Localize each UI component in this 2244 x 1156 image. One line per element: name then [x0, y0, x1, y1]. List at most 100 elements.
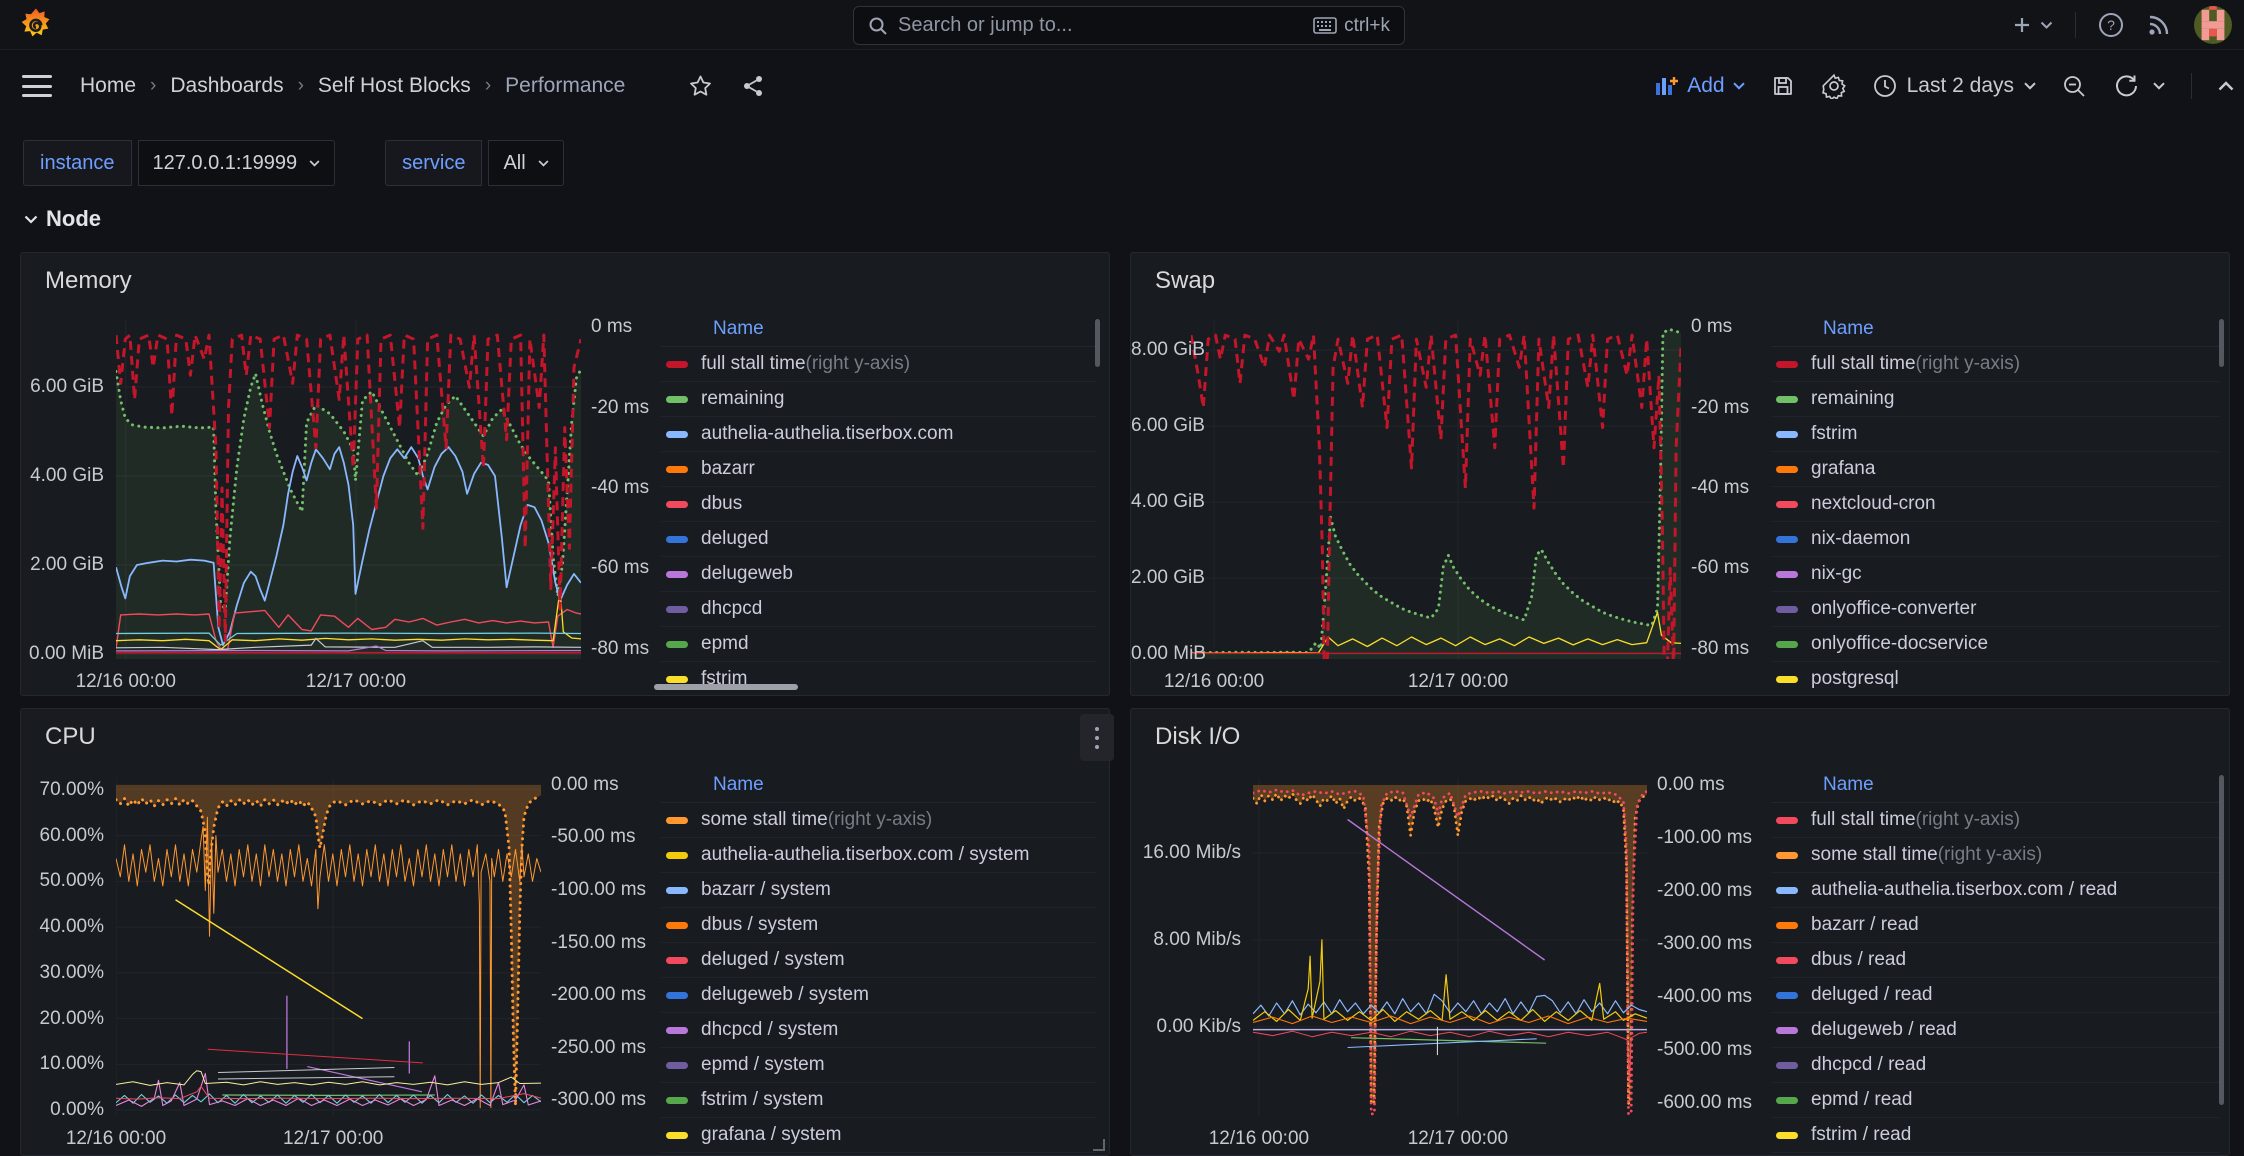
swap-chart[interactable] — [1191, 319, 1681, 659]
panel-title[interactable]: Swap — [1155, 267, 1215, 295]
chevron-down-icon — [309, 160, 320, 167]
add-button[interactable]: Add — [1655, 74, 1744, 98]
legend-series-marker — [1776, 922, 1798, 929]
legend-series-marker — [666, 501, 688, 508]
legend-row[interactable]: grafana / system — [661, 1118, 1097, 1153]
legend-series-marker — [666, 1062, 688, 1069]
variable-instance-select[interactable]: 127.0.0.1:19999 — [138, 140, 336, 186]
legend-row[interactable]: dbus / read — [1771, 943, 2219, 978]
legend-row[interactable]: authelia-authelia.tiserbox.com / read — [1771, 873, 2219, 908]
legend-row[interactable]: epmd / system — [661, 1048, 1097, 1083]
x-axis-label: 12/17 00:00 — [1388, 671, 1528, 693]
legend-row[interactable]: authelia-authelia.tiserbox.com / system — [661, 838, 1097, 873]
share-button[interactable] — [741, 74, 765, 98]
legend-scrollbar-vertical[interactable] — [2219, 319, 2224, 367]
breadcrumb-separator: › — [485, 75, 491, 97]
legend-row[interactable]: delugeweb / read — [1771, 1013, 2219, 1048]
legend-scrollbar-horizontal[interactable] — [654, 684, 798, 690]
legend-row[interactable]: bazarr / system — [661, 873, 1097, 908]
legend-row[interactable]: onlyoffice-converter — [1771, 592, 2219, 627]
legend-row[interactable]: epmd / read — [1771, 1083, 2219, 1118]
legend-row[interactable]: deluged / system — [661, 943, 1097, 978]
memory-chart[interactable] — [116, 319, 581, 659]
y-axis-right-label: -150.00 ms — [551, 932, 646, 954]
legend-row[interactable]: fstrim / system — [661, 1083, 1097, 1118]
legend-row[interactable]: nix-gc — [1771, 557, 2219, 592]
breadcrumb-home[interactable]: Home — [80, 74, 136, 98]
legend-row[interactable]: nix-daemon — [1771, 522, 2219, 557]
legend-row[interactable]: remaining — [1771, 382, 2219, 417]
legend-row[interactable]: fstrim — [661, 662, 1097, 695]
panel-title[interactable]: CPU — [45, 723, 96, 751]
legend-row[interactable]: delugeweb / system — [661, 978, 1097, 1013]
dashboard-settings-button[interactable] — [1821, 73, 1847, 99]
panel-menu-button[interactable] — [1080, 714, 1114, 761]
legend-row[interactable]: fstrim — [1771, 417, 2219, 452]
row-node-toggle[interactable]: Node — [24, 206, 101, 232]
plus-icon — [2012, 15, 2032, 35]
legend-series-suffix: (right y-axis) — [828, 809, 933, 831]
news-button[interactable] — [2146, 12, 2172, 38]
panel-title[interactable]: Disk I/O — [1155, 723, 1240, 751]
panel-title[interactable]: Memory — [45, 267, 132, 295]
zoom-out-button[interactable] — [2062, 74, 2087, 99]
legend-row[interactable]: full stall time (right y-axis) — [1771, 803, 2219, 838]
legend-row[interactable]: dbus / system — [661, 908, 1097, 943]
legend-row[interactable]: nextcloud-cron — [1771, 487, 2219, 522]
legend-row[interactable]: some stall time (right y-axis) — [1771, 838, 2219, 873]
legend-row[interactable]: onlyoffice-docservice — [1771, 627, 2219, 662]
y-axis-right-label: -60 ms — [591, 557, 649, 579]
legend-row[interactable]: dbus — [661, 487, 1097, 522]
new-button[interactable] — [2012, 15, 2053, 35]
panel-memory: Memory Namefull stall time (right y-axis… — [20, 252, 1110, 696]
legend-row[interactable]: postgresql — [1771, 662, 2219, 695]
legend-row[interactable]: dhcpcd — [661, 592, 1097, 627]
grafana-logo[interactable] — [17, 7, 55, 43]
time-range-picker[interactable]: Last 2 days — [1873, 74, 2036, 98]
legend-row[interactable]: bazarr — [661, 452, 1097, 487]
legend-row[interactable]: deluged / read — [1771, 978, 2219, 1013]
legend-scrollbar-vertical[interactable] — [2219, 775, 2224, 1105]
legend-row[interactable]: grafana — [1771, 452, 2219, 487]
variables-row: instance 127.0.0.1:19999 service All — [23, 140, 564, 186]
x-axis-label: 12/17 00:00 — [1388, 1128, 1528, 1150]
legend-row[interactable]: epmd — [661, 627, 1097, 662]
search-input[interactable]: Search or jump to... ctrl+k — [853, 6, 1405, 45]
cpu-chart[interactable] — [116, 778, 541, 1116]
menu-toggle-button[interactable] — [22, 73, 52, 99]
variable-service-select[interactable]: All — [488, 140, 563, 186]
legend-row[interactable]: full stall time (right y-axis) — [661, 347, 1097, 382]
breadcrumb-folder[interactable]: Self Host Blocks — [318, 74, 471, 98]
legend-scrollbar-vertical[interactable] — [1095, 319, 1100, 367]
legend-row[interactable]: bazarr / read — [1771, 908, 2219, 943]
breadcrumb-current: Performance — [505, 74, 625, 98]
legend-header-name[interactable]: Name — [661, 773, 1097, 803]
avatar[interactable] — [2194, 6, 2232, 44]
favorite-button[interactable] — [688, 74, 713, 98]
legend-header-name[interactable]: Name — [1771, 317, 2219, 347]
chevron-down-icon — [538, 160, 549, 167]
help-button[interactable]: ? — [2098, 12, 2124, 38]
collapse-toolbar-button[interactable] — [2218, 81, 2234, 91]
legend-row[interactable]: full stall time (right y-axis) — [1771, 347, 2219, 382]
save-dashboard-button[interactable] — [1771, 74, 1795, 98]
variable-instance-label: instance — [23, 140, 132, 186]
refresh-button[interactable] — [2113, 73, 2165, 99]
breadcrumb-dashboards[interactable]: Dashboards — [170, 74, 283, 98]
legend-header-name[interactable]: Name — [1771, 773, 2219, 803]
disk-io-chart[interactable] — [1253, 778, 1647, 1116]
y-axis-right-label: -400.00 ms — [1657, 986, 1752, 1008]
legend-row[interactable]: some stall time (right y-axis) — [661, 803, 1097, 838]
legend-row[interactable]: dhcpcd / system — [661, 1013, 1097, 1048]
legend-series-label: fstrim / system — [701, 1089, 823, 1111]
panel-resize-handle[interactable] — [1093, 1139, 1105, 1151]
legend-row[interactable]: fstrim / read — [1771, 1118, 2219, 1153]
legend-row[interactable]: delugeweb — [661, 557, 1097, 592]
legend-row[interactable]: deluged — [661, 522, 1097, 557]
breadcrumb-separator: › — [150, 75, 156, 97]
legend-row[interactable]: authelia-authelia.tiserbox.com — [661, 417, 1097, 452]
x-axis-label: 12/16 00:00 — [1189, 1128, 1329, 1150]
legend-header-name[interactable]: Name — [661, 317, 1097, 347]
legend-row[interactable]: dhcpcd / read — [1771, 1048, 2219, 1083]
legend-row[interactable]: remaining — [661, 382, 1097, 417]
